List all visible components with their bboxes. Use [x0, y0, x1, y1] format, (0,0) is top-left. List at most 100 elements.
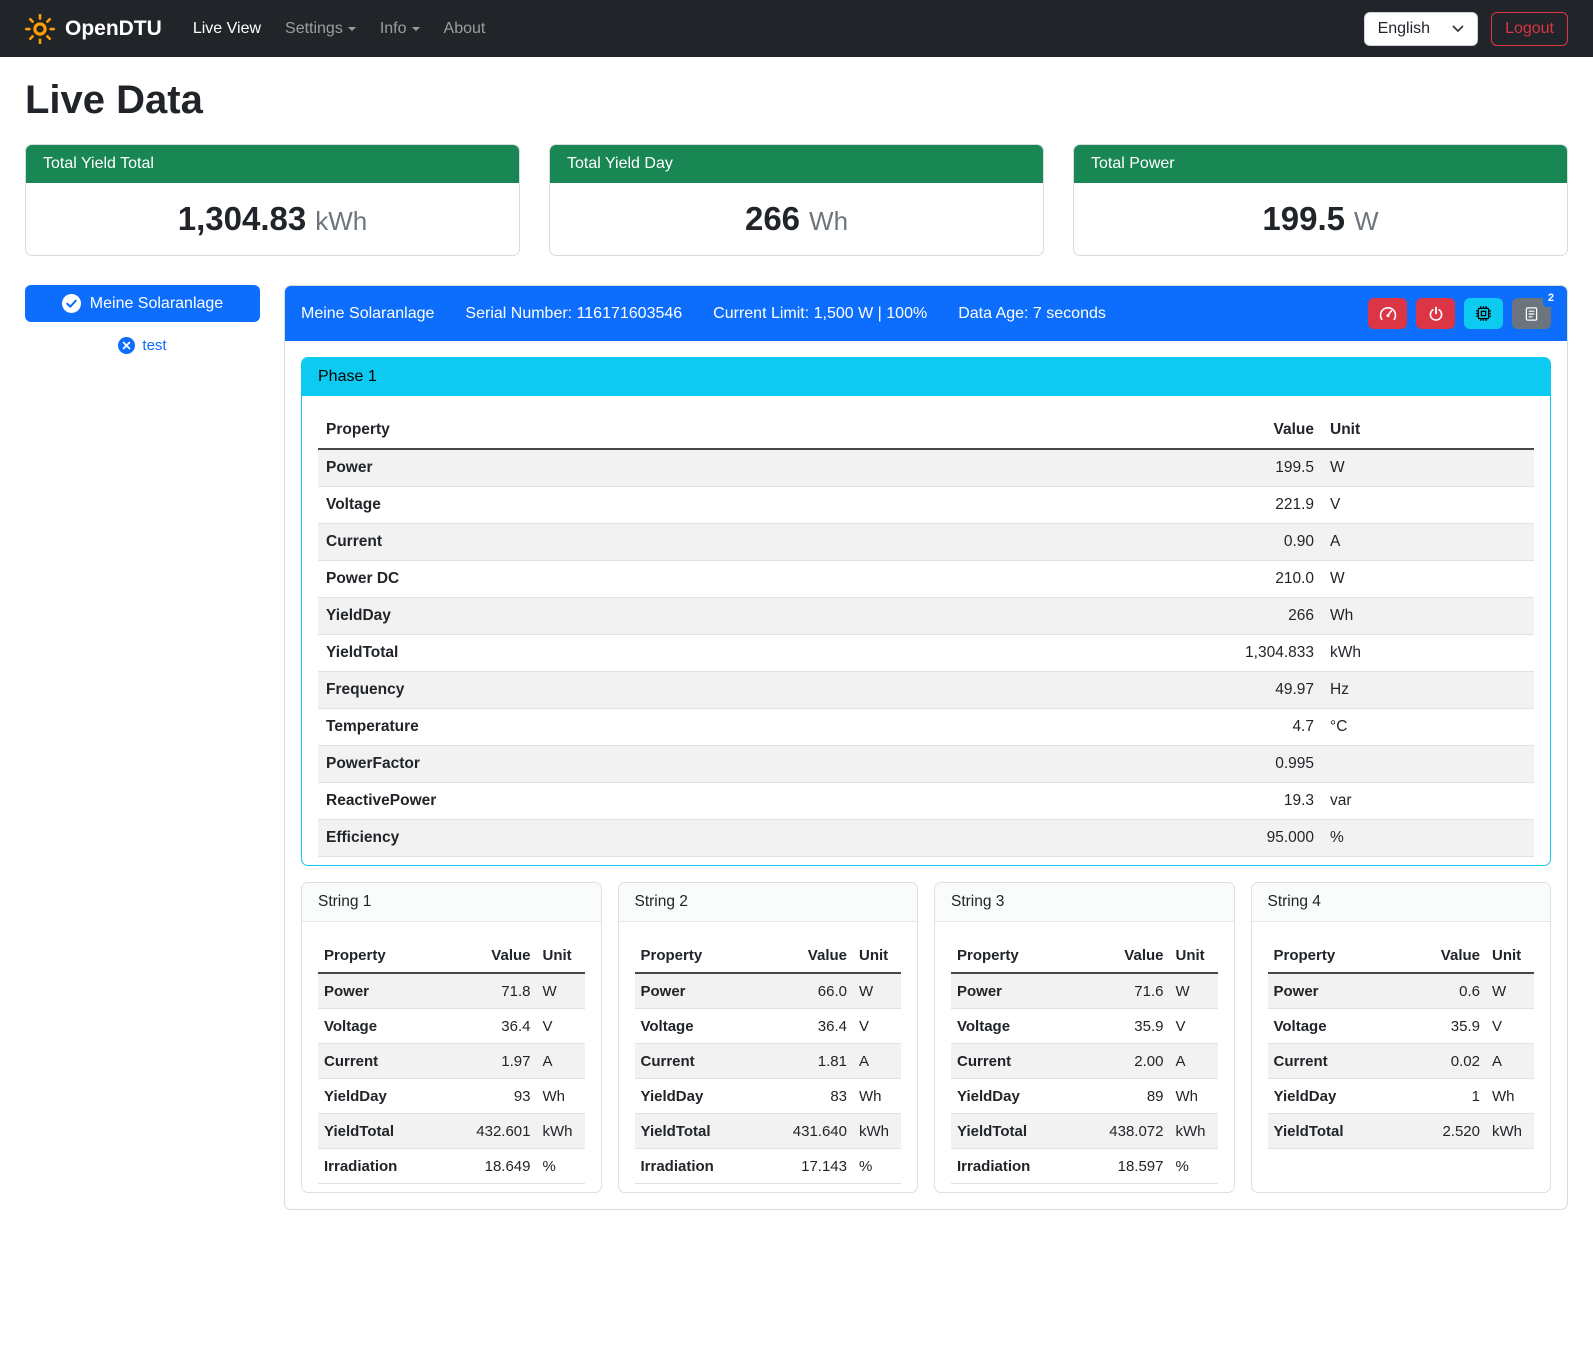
nav-item-info[interactable]: Info: [371, 12, 429, 46]
string-title: String 2: [619, 883, 918, 922]
table-row: Temperature 4.7 °C: [318, 709, 1534, 746]
device-info-button[interactable]: [1464, 298, 1503, 329]
property-cell: Irradiation: [635, 1149, 762, 1184]
table-row: Efficiency 95.000 %: [318, 820, 1534, 857]
table-row: Current 1.81 A: [635, 1044, 902, 1079]
nav-item-settings[interactable]: Settings: [276, 12, 365, 46]
property-cell: Voltage: [951, 1009, 1078, 1044]
value-cell: 2.520: [1394, 1114, 1486, 1149]
table-row: Voltage 221.9 V: [318, 487, 1534, 524]
table-row: Voltage 35.9 V: [1268, 1009, 1535, 1044]
logout-button[interactable]: Logout: [1491, 12, 1568, 46]
nav-item-live-view[interactable]: Live View: [184, 12, 270, 46]
unit-cell: var: [1322, 783, 1534, 820]
value-cell: 1: [1394, 1079, 1486, 1114]
language-select[interactable]: English: [1364, 12, 1478, 46]
power-button[interactable]: [1416, 298, 1455, 329]
language-select-value: English: [1378, 20, 1430, 38]
unit-cell: %: [537, 1149, 585, 1184]
value-cell: 2.00: [1078, 1044, 1170, 1079]
property-cell: Frequency: [318, 672, 1192, 709]
property-cell: Current: [318, 524, 1192, 561]
unit-cell: W: [1322, 561, 1534, 598]
inverter-limit: Current Limit: 1,500 W | 100%: [713, 305, 927, 323]
unit-cell: Wh: [1486, 1079, 1534, 1114]
column-unit: Unit: [1170, 938, 1218, 973]
gauge-icon: [1379, 306, 1397, 322]
table-row: Power 0.6 W: [1268, 973, 1535, 1009]
table-row: Current 0.02 A: [1268, 1044, 1535, 1079]
limit-settings-button[interactable]: [1368, 298, 1407, 329]
value-cell: 4.7: [1192, 709, 1322, 746]
property-cell: YieldDay: [318, 598, 1192, 635]
property-cell: YieldTotal: [951, 1114, 1078, 1149]
property-cell: Efficiency: [318, 820, 1192, 857]
chevron-down-icon: [412, 27, 420, 31]
table-header-row: Property Value Unit: [951, 938, 1218, 973]
table-header-row: Property Value Unit: [635, 938, 902, 973]
unit-cell: °C: [1322, 709, 1534, 746]
unit-cell: W: [853, 973, 901, 1009]
unit-cell: Hz: [1322, 672, 1534, 709]
value-cell: 36.4: [761, 1009, 853, 1044]
value-cell: 0.995: [1192, 746, 1322, 783]
inverter-actions: 2: [1368, 298, 1551, 329]
string-4-card: String 4 Property Value Unit: [1251, 882, 1552, 1193]
table-row: Current 2.00 A: [951, 1044, 1218, 1079]
table-row: Power 66.0 W: [635, 973, 902, 1009]
property-cell: PowerFactor: [318, 746, 1192, 783]
inverter-select-button[interactable]: Meine Solaranlage: [25, 285, 260, 322]
cpu-chip-icon: [1475, 305, 1492, 322]
unit-cell: kWh: [1486, 1114, 1534, 1149]
chevron-down-icon: [1452, 25, 1464, 33]
string-2-table: Property Value Unit Power: [635, 938, 902, 1184]
value-cell: 266: [1192, 598, 1322, 635]
table-row: Current 1.97 A: [318, 1044, 585, 1079]
inverter-panel-body: Phase 1 Property Value Unit: [285, 341, 1567, 1209]
value-cell: 0.90: [1192, 524, 1322, 561]
unit-cell: Wh: [537, 1079, 585, 1114]
unit-cell: kWh: [1170, 1114, 1218, 1149]
table-row: Irradiation 18.649 %: [318, 1149, 585, 1184]
property-cell: Voltage: [318, 487, 1192, 524]
table-row: Frequency 49.97 Hz: [318, 672, 1534, 709]
sidebar-item-test[interactable]: test: [25, 337, 260, 354]
x-circle-icon: [118, 337, 135, 354]
string-title: String 1: [302, 883, 601, 922]
power-icon: [1428, 306, 1444, 322]
inverter-panel: Meine Solaranlage Serial Number: 1161716…: [284, 285, 1568, 1210]
value-cell: 1.81: [761, 1044, 853, 1079]
nav-item-about[interactable]: About: [435, 12, 495, 46]
event-count-badge: 2: [1543, 290, 1559, 307]
phase-table: Property Value Unit Power 199.5: [318, 412, 1534, 857]
table-row: YieldTotal 2.520 kWh: [1268, 1114, 1535, 1149]
value-cell: 19.3: [1192, 783, 1322, 820]
string-title: String 4: [1252, 883, 1551, 922]
card-body: 199.5W: [1074, 183, 1567, 255]
property-cell: YieldDay: [951, 1079, 1078, 1114]
table-row: YieldDay 1 Wh: [1268, 1079, 1535, 1114]
brand[interactable]: OpenDTU: [25, 14, 162, 44]
unit-cell: [1322, 746, 1534, 783]
property-cell: Current: [635, 1044, 762, 1079]
unit-cell: W: [1322, 449, 1534, 487]
sidebar-item-test-label: test: [142, 337, 166, 354]
value-cell: 17.143: [761, 1149, 853, 1184]
nav-item-info-label: Info: [380, 20, 407, 37]
unit-cell: Wh: [1170, 1079, 1218, 1114]
unit-cell: W: [537, 973, 585, 1009]
table-row: YieldTotal 438.072 kWh: [951, 1114, 1218, 1149]
string-body: Property Value Unit Power: [302, 922, 601, 1192]
unit-cell: %: [1170, 1149, 1218, 1184]
unit-cell: A: [853, 1044, 901, 1079]
column-unit: Unit: [1322, 412, 1534, 449]
event-log-button[interactable]: 2: [1512, 298, 1551, 329]
value-cell: 83: [761, 1079, 853, 1114]
property-cell: Temperature: [318, 709, 1192, 746]
phase-card: Phase 1 Property Value Unit: [301, 357, 1551, 866]
card-total-power: Total Power 199.5W: [1073, 144, 1568, 256]
value-cell: 95.000: [1192, 820, 1322, 857]
column-value: Value: [1192, 412, 1322, 449]
value-cell: 18.597: [1078, 1149, 1170, 1184]
column-unit: Unit: [537, 938, 585, 973]
